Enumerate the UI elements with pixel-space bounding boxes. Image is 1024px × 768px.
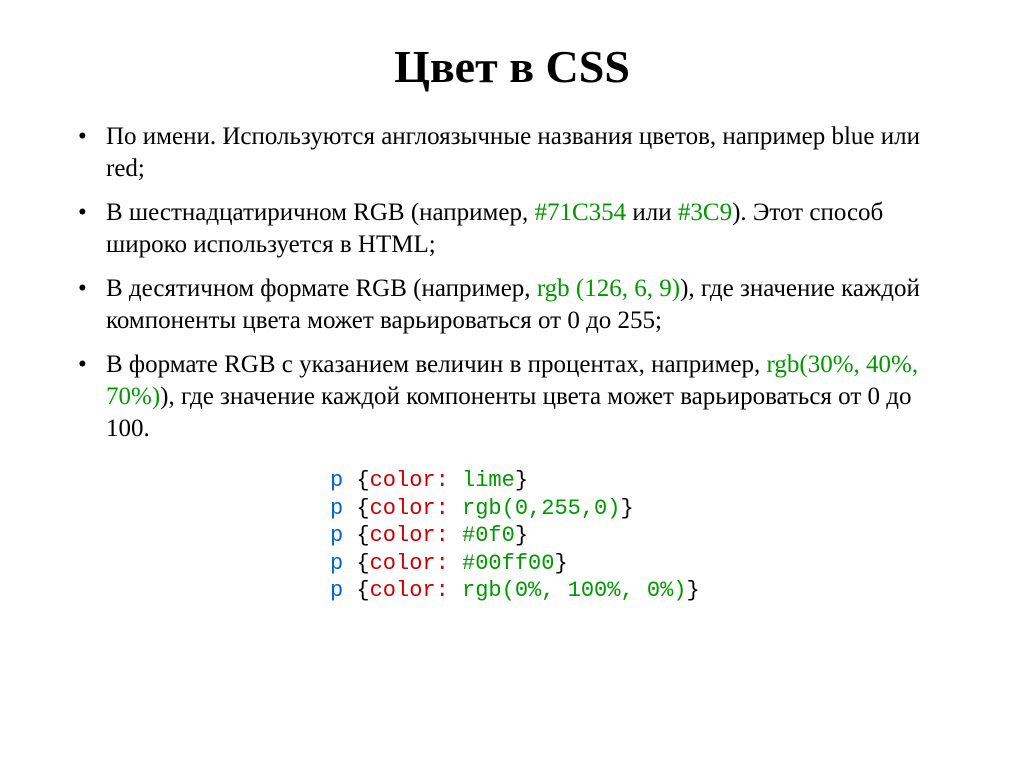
code-brace: {: [343, 496, 369, 521]
bullet-text: В десятичном формате RGB (например,: [106, 275, 537, 302]
code-property: color:: [370, 578, 449, 603]
code-value: rgb(0,255,0): [462, 496, 620, 521]
code-selector: p: [330, 578, 343, 603]
code-property: color:: [370, 523, 449, 548]
code-brace: }: [515, 523, 528, 548]
code-line: p {color: rgb(0%, 100%, 0%)}: [330, 577, 954, 605]
code-line: p {color: #0f0}: [330, 522, 954, 550]
code-example: p {color: lime} p {color: rgb(0,255,0)} …: [330, 467, 954, 605]
code-value: #00ff00: [462, 551, 554, 576]
code-space: [449, 496, 462, 521]
bullet-text: В шестнадцатиричном RGB (например,: [106, 199, 534, 226]
list-item: В десятичном формате RGB (например, rgb …: [70, 273, 954, 337]
code-brace: {: [343, 468, 369, 493]
code-value: lime: [462, 468, 515, 493]
bullet-list: По имени. Используются англоязычные назв…: [70, 121, 954, 445]
code-brace: }: [620, 496, 633, 521]
code-brace: }: [515, 468, 528, 493]
code-brace: {: [343, 551, 369, 576]
bullet-text: По имени. Используются англоязычные назв…: [106, 123, 920, 182]
list-item: В формате RGB с указанием величин в проц…: [70, 349, 954, 445]
code-space: [449, 468, 462, 493]
bullet-text: ), где значение каждой компоненты цвета …: [106, 383, 911, 442]
code-line: p {color: #00ff00}: [330, 550, 954, 578]
hex-example-2: #3С9: [678, 199, 732, 226]
code-space: [449, 578, 462, 603]
code-selector: p: [330, 551, 343, 576]
code-line: p {color: rgb(0,255,0)}: [330, 495, 954, 523]
code-brace: {: [343, 523, 369, 548]
code-space: [449, 523, 462, 548]
code-brace: }: [686, 578, 699, 603]
code-selector: p: [330, 468, 343, 493]
code-property: color:: [370, 551, 449, 576]
list-item: В шестнадцатиричном RGB (например, #71С3…: [70, 197, 954, 261]
bullet-text: В формате RGB с указанием величин в проц…: [106, 351, 767, 378]
code-value: rgb(0%, 100%, 0%): [462, 578, 686, 603]
code-selector: p: [330, 523, 343, 548]
code-property: color:: [370, 468, 449, 493]
code-selector: p: [330, 496, 343, 521]
rgb-example: rgb (126, 6, 9): [537, 275, 680, 302]
code-value: #0f0: [462, 523, 515, 548]
code-property: color:: [370, 496, 449, 521]
code-brace: {: [343, 578, 369, 603]
hex-example-1: #71С354: [534, 199, 626, 226]
bullet-text: или: [626, 199, 678, 226]
code-brace: }: [554, 551, 567, 576]
code-line: p {color: lime}: [330, 467, 954, 495]
code-space: [449, 551, 462, 576]
slide-title: Цвет в CSS: [70, 40, 954, 93]
list-item: По имени. Используются англоязычные назв…: [70, 121, 954, 185]
